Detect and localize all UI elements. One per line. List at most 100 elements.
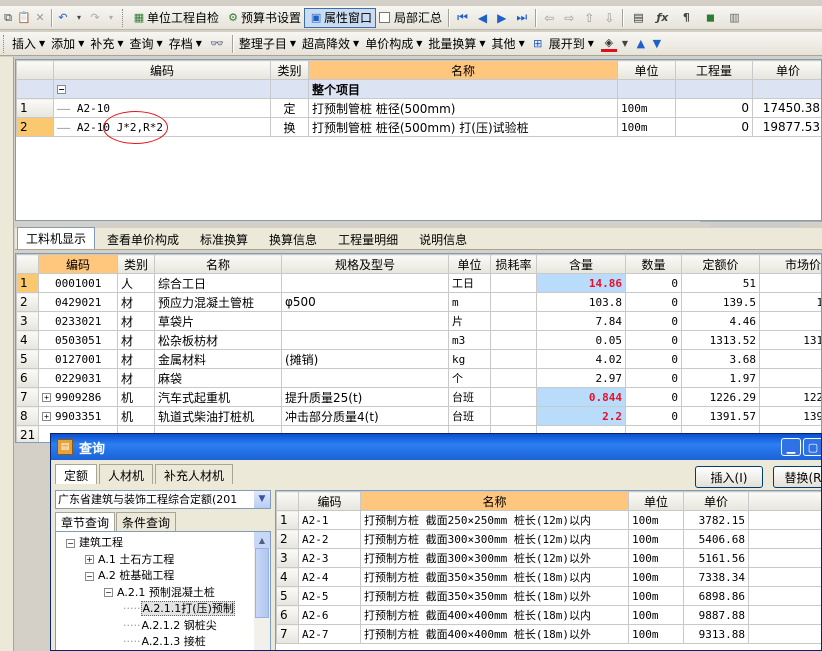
table-row[interactable]: 6 A2-6 打预制方桩 截面400×400mm 桩长(18m)以内 100m 9887… xyxy=(276,605,821,625)
unit-price-menu[interactable]: 单价构成 ▼ xyxy=(362,34,425,54)
table-cell[interactable] xyxy=(675,79,753,99)
calculator-icon[interactable]: ▤ xyxy=(630,10,646,26)
local-summary-button[interactable]: 局部汇总 xyxy=(376,8,445,28)
tab-unit-price[interactable]: 查看单价构成 xyxy=(98,229,188,249)
quota-price[interactable]: 3782.15 xyxy=(683,510,749,530)
item-quantity[interactable]: 0 xyxy=(675,98,753,118)
quota-name[interactable]: 打预制方桩 截面250×250mm 桩长(12m)以内 xyxy=(360,510,629,530)
tab-standard-convert[interactable]: 标准换算 xyxy=(191,229,257,249)
quota-code[interactable]: A2-3 xyxy=(298,548,361,568)
dropdown-caret-icon[interactable]: ▾ xyxy=(103,10,119,26)
paste-icon[interactable]: 📋 xyxy=(16,10,32,26)
material-market-price[interactable]: 3.6 xyxy=(759,349,821,369)
dropdown-caret-icon[interactable]: ▾ xyxy=(71,10,87,26)
quota-unit[interactable]: 100m xyxy=(628,567,684,587)
material-content[interactable]: 2.2 xyxy=(536,406,626,426)
redo-icon[interactable]: ↷ xyxy=(87,10,103,26)
column-header[interactable]: 名称 xyxy=(154,254,282,274)
vertical-scrollbar[interactable]: ▲ xyxy=(254,532,270,650)
material-content[interactable]: 0.844 xyxy=(536,387,626,407)
material-quantity[interactable]: 0 xyxy=(625,330,682,350)
arrow-right-icon[interactable]: ⇨ xyxy=(564,11,574,25)
material-content[interactable]: 0.05 xyxy=(536,330,626,350)
material-market-price[interactable]: 1226.2 xyxy=(759,387,821,407)
table-cell[interactable] xyxy=(270,79,309,99)
material-category[interactable]: 材 xyxy=(117,311,155,331)
material-market-price[interactable]: 4.4 xyxy=(759,311,821,331)
quota-code[interactable]: A2-2 xyxy=(298,529,361,549)
organize-items-menu[interactable]: 整理子目 ▼ xyxy=(236,34,299,54)
table-cell[interactable] xyxy=(617,79,676,99)
table-row[interactable]: 5 0127001 材金属材料(摊销)kg 4.0203.683.6 xyxy=(16,349,821,369)
library-select[interactable]: 广东省建筑与装饰工程综合定额(201 ▼ xyxy=(55,490,271,509)
quota-name[interactable]: 打预制方桩 截面350×350mm 桩长(18m)以外 xyxy=(360,586,629,606)
material-market-price[interactable]: 1391.5 xyxy=(759,406,821,426)
paragraph-icon[interactable]: ¶ xyxy=(678,10,694,26)
material-category[interactable]: 材 xyxy=(117,349,155,369)
material-code[interactable]: 0233021 xyxy=(38,311,118,331)
material-unit[interactable]: m3 xyxy=(448,330,491,350)
column-header[interactable]: 编码 xyxy=(38,254,118,274)
material-quantity[interactable]: 0 xyxy=(625,311,682,331)
column-header[interactable]: 类别 xyxy=(270,60,309,80)
material-content[interactable]: 4.02 xyxy=(536,349,626,369)
material-quota-price[interactable]: 1226.29 xyxy=(681,387,760,407)
quota-price[interactable]: 9887.88 xyxy=(683,605,749,625)
column-header[interactable]: 规格及型号 xyxy=(281,254,449,274)
material-spec[interactable] xyxy=(281,368,449,388)
minimize-icon[interactable]: ▁ xyxy=(781,438,801,456)
quota-price[interactable]: 9313.88 xyxy=(683,624,749,644)
expand-icon[interactable]: + xyxy=(42,393,51,402)
quota-unit[interactable]: 100m xyxy=(628,529,684,549)
column-header[interactable]: 数量 xyxy=(625,254,682,274)
quota-code[interactable]: A2-5 xyxy=(298,586,361,606)
material-spec[interactable] xyxy=(281,330,449,350)
column-header[interactable]: 单位 xyxy=(448,254,491,274)
quota-price[interactable]: 6898.86 xyxy=(683,586,749,606)
table-row[interactable]: 7 A2-7 打预制方桩 截面400×400mm 桩长(18m)以外 100m 9313… xyxy=(276,624,821,644)
material-content[interactable]: 2.97 xyxy=(536,368,626,388)
table-row[interactable]: 1 —— A2-10 定 打预制管桩 桩径(500mm) 100m 0 1745… xyxy=(16,98,821,118)
column-header[interactable]: 编码 xyxy=(53,60,271,80)
tree-node[interactable]: − 建筑工程 xyxy=(66,535,123,551)
material-code[interactable]: +9903351 xyxy=(38,406,118,426)
material-loss-rate[interactable] xyxy=(490,292,537,312)
material-category[interactable]: 机 xyxy=(117,406,155,426)
table-row[interactable]: 1 0001001 人综合工日 工日 14.860515 xyxy=(16,273,821,293)
material-code[interactable]: +9909286 xyxy=(38,387,118,407)
column-header[interactable]: 类别 xyxy=(117,254,155,274)
material-market-price[interactable]: 139. xyxy=(759,292,821,312)
insert-menu[interactable]: 插入 ▼ xyxy=(9,34,48,54)
self-check-button[interactable]: ▦ 单位工程自检 xyxy=(128,8,222,28)
expand-icon[interactable]: + xyxy=(85,555,94,564)
material-spec[interactable]: 冲击部分质量4(t) xyxy=(281,406,449,426)
tab-convert-info[interactable]: 换算信息 xyxy=(260,229,326,249)
tab-quantity-detail[interactable]: 工程量明细 xyxy=(329,229,407,249)
material-unit[interactable]: 片 xyxy=(448,311,491,331)
item-code[interactable]: —— A2-10 xyxy=(53,98,271,118)
material-unit[interactable]: m xyxy=(448,292,491,312)
binoculars-icon[interactable]: 👓 xyxy=(209,36,225,52)
tree-expand-icon[interactable]: ⊞ xyxy=(530,36,546,52)
quota-code[interactable]: A2-1 xyxy=(298,510,361,530)
column-header[interactable]: 损耗率 xyxy=(490,254,537,274)
material-quota-price[interactable]: 51 xyxy=(681,273,760,293)
material-content[interactable]: 7.84 xyxy=(536,311,626,331)
tab-supplement-labor[interactable]: 补充人材机 xyxy=(155,464,234,484)
tab-labor-material[interactable]: 人材机 xyxy=(99,464,154,484)
quota-name[interactable]: 打预制方桩 截面400×400mm 桩长(18m)以外 xyxy=(360,624,629,644)
material-name[interactable]: 汽车式起重机 xyxy=(154,387,282,407)
material-code[interactable]: 0429021 xyxy=(38,292,118,312)
last-icon[interactable]: ⏭ xyxy=(516,10,527,25)
material-spec[interactable] xyxy=(281,311,449,331)
toolbar-grip[interactable] xyxy=(3,34,6,53)
budget-settings-button[interactable]: ⚙ 预算书设置 xyxy=(222,8,304,28)
chevron-down-icon[interactable]: ▼ xyxy=(617,36,633,52)
batch-convert-menu[interactable]: 批量换算 ▼ xyxy=(425,34,488,54)
material-content[interactable]: 103.8 xyxy=(536,292,626,312)
maximize-icon[interactable]: ▢ xyxy=(803,438,821,456)
chevron-down-icon[interactable]: ▼ xyxy=(254,491,270,508)
cube-icon[interactable]: ◼ xyxy=(702,10,718,26)
table-row[interactable]: 3 A2-3 打预制方桩 截面300×300mm 桩长(12m)以外 100m 5161… xyxy=(276,548,821,568)
item-category[interactable]: 定 xyxy=(270,98,309,118)
